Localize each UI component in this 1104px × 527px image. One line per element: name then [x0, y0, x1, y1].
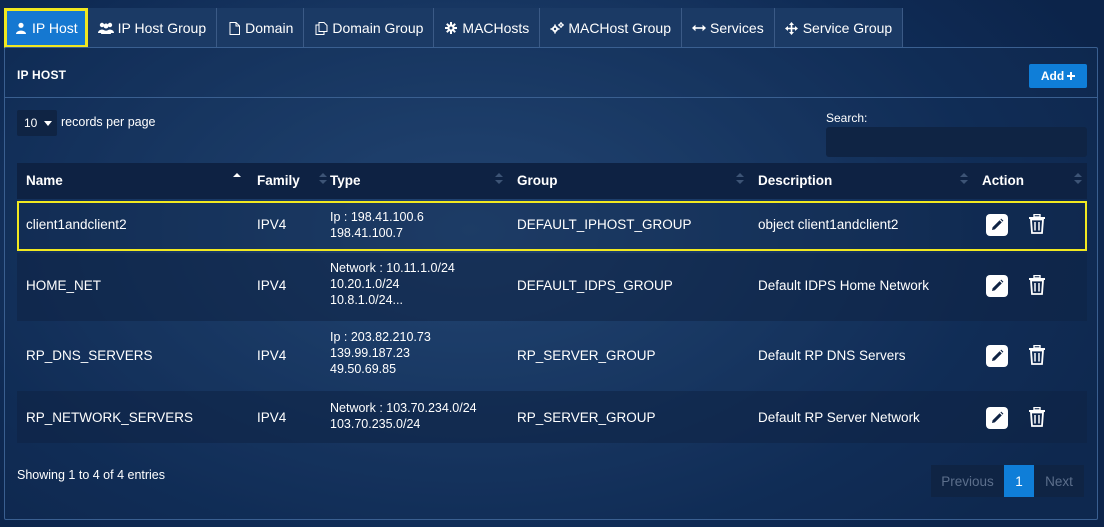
tab-service-group[interactable]: Service Group	[774, 8, 904, 48]
tab-label: Domain Group	[332, 20, 424, 36]
type-line: 198.41.100.7	[330, 226, 403, 240]
panel-header: IP HOST Add	[5, 48, 1097, 98]
row-description: object client1andclient2	[758, 217, 899, 232]
search-label: Search:	[826, 111, 868, 125]
table-row[interactable]: HOME_NET IPV4 Network : 10.11.1.0/24 10.…	[17, 253, 1087, 321]
row-description: Default IDPS Home Network	[758, 278, 930, 293]
edit-icon[interactable]	[986, 407, 1008, 429]
tab-machosts[interactable]: MACHosts	[434, 8, 541, 48]
trash-icon[interactable]	[1026, 406, 1048, 428]
row-group: RP_SERVER_GROUP	[517, 410, 656, 425]
users-icon	[97, 21, 114, 35]
records-per-page-value: 10	[24, 116, 38, 130]
edit-icon[interactable]	[986, 214, 1008, 236]
type-line: Network : 103.70.234.0/24	[330, 401, 477, 415]
type-line: 10.8.1.0/24...	[330, 293, 403, 307]
column-header-family[interactable]: Family	[257, 173, 300, 188]
row-type: Ip : 198.41.100.6 198.41.100.7	[330, 209, 424, 241]
type-line: Network : 10.11.1.0/24	[330, 261, 455, 275]
column-header-name[interactable]: Name	[26, 173, 63, 188]
arrows-h-icon	[692, 21, 707, 35]
row-name: RP_DNS_SERVERS	[26, 348, 153, 363]
previous-button[interactable]: Previous	[931, 465, 1004, 497]
type-line: 139.99.187.23	[330, 346, 410, 360]
row-family: IPV4	[257, 278, 287, 293]
row-name: client1andclient2	[26, 217, 127, 232]
sort-icon[interactable]	[960, 173, 968, 185]
edit-icon[interactable]	[986, 345, 1008, 367]
sort-icon	[1074, 173, 1082, 185]
tab-label: IP Host Group	[117, 20, 207, 36]
tab-label: Domain	[245, 20, 294, 36]
panel-title: IP HOST	[17, 68, 67, 82]
table-row[interactable]: client1andclient2 IPV4 Ip : 198.41.100.6…	[17, 201, 1087, 251]
row-group: RP_SERVER_GROUP	[517, 348, 656, 363]
tab-bar: IP Host IP Host Group Domain Domain Grou…	[4, 8, 904, 48]
tab-label: Service Group	[802, 20, 893, 36]
pagination: Previous 1 Next	[931, 465, 1084, 497]
row-family: IPV4	[257, 217, 287, 232]
cog-icon	[444, 21, 458, 35]
tab-domain[interactable]: Domain	[217, 8, 305, 48]
add-button[interactable]: Add	[1029, 64, 1087, 88]
type-line: 103.70.235.0/24	[330, 417, 421, 431]
row-type: Network : 103.70.234.0/24 103.70.235.0/2…	[330, 400, 477, 432]
ip-host-panel: IP HOST Add 10 records per page Search: …	[4, 47, 1098, 520]
sort-asc-icon[interactable]	[233, 173, 241, 185]
table-row[interactable]: RP_DNS_SERVERS IPV4 Ip : 203.82.210.73 1…	[17, 321, 1087, 391]
add-label: Add	[1040, 69, 1065, 83]
trash-icon[interactable]	[1026, 213, 1048, 235]
row-description: Default RP DNS Servers	[758, 348, 906, 363]
tab-label: IP Host	[32, 20, 78, 36]
records-per-page-select[interactable]: 10	[17, 110, 57, 136]
sort-icon[interactable]	[736, 173, 744, 185]
arrows-icon	[785, 21, 799, 35]
tab-machost-group[interactable]: MACHost Group	[540, 8, 683, 48]
tab-label: Services	[710, 20, 764, 36]
row-group: DEFAULT_IPHOST_GROUP	[517, 217, 692, 232]
user-icon	[14, 21, 28, 35]
row-group: DEFAULT_IDPS_GROUP	[517, 278, 673, 293]
search-input[interactable]	[826, 127, 1087, 157]
tab-label: MACHost Group	[568, 20, 672, 36]
column-header-action: Action	[982, 173, 1024, 188]
column-header-type[interactable]: Type	[330, 173, 361, 188]
sort-icon[interactable]	[495, 173, 503, 185]
row-family: IPV4	[257, 410, 287, 425]
files-icon	[314, 21, 328, 35]
tab-services[interactable]: Services	[682, 8, 775, 48]
table-row[interactable]: RP_NETWORK_SERVERS IPV4 Network : 103.70…	[17, 391, 1087, 443]
type-line: 49.50.69.85	[330, 362, 397, 376]
row-name: RP_NETWORK_SERVERS	[26, 410, 194, 425]
row-family: IPV4	[257, 348, 287, 363]
table-header: Name Family Type Group Description Actio…	[17, 163, 1087, 199]
table-info: Showing 1 to 4 of 4 entries	[17, 468, 166, 482]
row-type: Network : 10.11.1.0/24 10.20.1.0/24 10.8…	[330, 260, 455, 308]
column-header-description[interactable]: Description	[758, 173, 832, 188]
tab-ip-host[interactable]: IP Host	[4, 8, 88, 48]
row-name: HOME_NET	[26, 278, 102, 293]
next-button[interactable]: Next	[1034, 465, 1084, 497]
sort-icon[interactable]	[319, 173, 327, 185]
trash-icon[interactable]	[1026, 344, 1048, 366]
type-line: 10.20.1.0/24	[330, 277, 400, 291]
tab-domain-group[interactable]: Domain Group	[304, 8, 435, 48]
tab-label: MACHosts	[462, 20, 530, 36]
edit-icon[interactable]	[986, 275, 1008, 297]
records-per-page-label: records per page	[61, 115, 156, 129]
column-header-group[interactable]: Group	[517, 173, 558, 188]
tab-ip-host-group[interactable]: IP Host Group	[87, 8, 218, 48]
row-type: Ip : 203.82.210.73 139.99.187.23 49.50.6…	[330, 329, 431, 377]
page-1-button[interactable]: 1	[1004, 465, 1034, 497]
trash-icon[interactable]	[1026, 274, 1048, 296]
row-description: Default RP Server Network	[758, 410, 920, 425]
cogs-icon	[550, 21, 565, 35]
plus-icon	[1067, 69, 1076, 83]
type-line: Ip : 198.41.100.6	[330, 210, 424, 224]
file-icon	[227, 21, 241, 35]
caret-down-icon	[44, 121, 52, 126]
type-line: Ip : 203.82.210.73	[330, 330, 431, 344]
